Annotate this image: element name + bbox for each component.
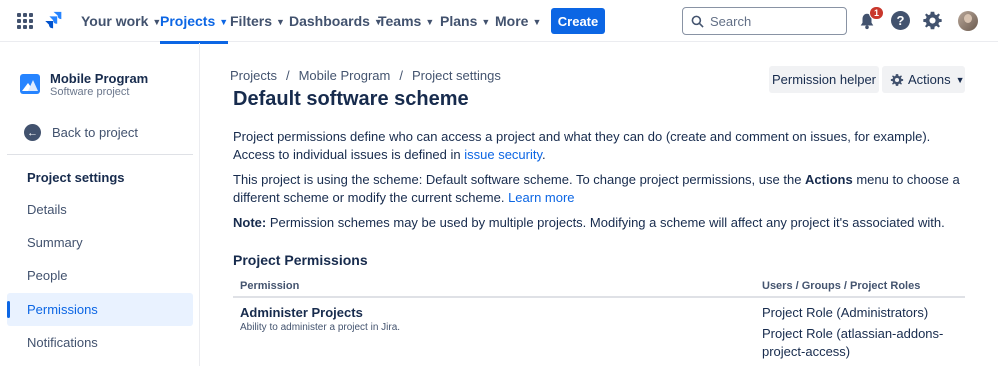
permission-name: Administer Projects xyxy=(240,305,363,320)
breadcrumb-separator: / xyxy=(399,68,403,83)
breadcrumb-mobile-program[interactable]: Mobile Program xyxy=(299,68,391,83)
issue-security-link[interactable]: issue security xyxy=(464,147,542,162)
sidebar-item-notifications[interactable]: Notifications xyxy=(7,326,193,359)
nav-plans[interactable]: Plans ▼ xyxy=(440,0,490,42)
scheme-paragraph: This project is using the scheme: Defaul… xyxy=(233,171,968,207)
permission-description: Ability to administer a project in Jira. xyxy=(240,322,401,333)
sidebar-item-people[interactable]: People xyxy=(7,259,193,292)
note-paragraph: Note: Permission schemes may be used by … xyxy=(233,214,968,232)
nav-your-work[interactable]: Your work ▼ xyxy=(81,0,161,42)
description-text: . xyxy=(542,147,546,162)
role-entry: Project Role (Administrators) xyxy=(762,305,929,320)
arrow-left-icon: ← xyxy=(24,124,41,141)
nav-projects[interactable]: Projects ▼ xyxy=(160,0,229,44)
nav-teams[interactable]: Teams ▼ xyxy=(378,0,434,42)
scheme-text: This project is using the scheme: Defaul… xyxy=(233,172,806,187)
chevron-down-icon: ▼ xyxy=(532,17,542,27)
nav-label: Projects xyxy=(160,13,216,29)
nav-more[interactable]: More ▼ xyxy=(495,0,541,42)
sidebar-item-label: People xyxy=(27,268,68,283)
project-name[interactable]: Mobile Program xyxy=(50,71,148,86)
project-type: Software project xyxy=(50,86,130,98)
section-title: Project Permissions xyxy=(233,252,368,268)
chevron-down-icon: ▼ xyxy=(481,17,491,27)
project-avatar-icon xyxy=(20,74,40,94)
breadcrumb-project-settings[interactable]: Project settings xyxy=(412,68,501,83)
chevron-down-icon: ▼ xyxy=(425,17,435,27)
create-button[interactable]: Create xyxy=(551,8,605,34)
chevron-down-icon: ▼ xyxy=(219,17,229,27)
user-avatar[interactable] xyxy=(958,11,978,31)
sidebar-item-permissions[interactable]: Permissions xyxy=(7,293,193,326)
role-entry: Project Role (atlassian-addons-project-a… xyxy=(762,326,944,359)
chevron-down-icon: ▼ xyxy=(955,74,965,85)
actions-label: Actions xyxy=(908,72,951,87)
breadcrumb-separator: / xyxy=(285,68,290,83)
sidebar-section-title: Project settings xyxy=(27,170,125,185)
sidebar-item-label: Notifications xyxy=(27,335,98,350)
settings-gear-icon[interactable] xyxy=(922,10,943,31)
search-icon xyxy=(691,15,704,28)
nav-filters[interactable]: Filters ▼ xyxy=(230,0,285,42)
nav-label: Plans xyxy=(440,13,478,29)
search-placeholder: Search xyxy=(710,13,752,29)
jira-logo-icon[interactable] xyxy=(43,10,65,32)
nav-label: More xyxy=(495,13,529,29)
actions-button[interactable]: Actions ▼ xyxy=(882,66,965,93)
gear-icon xyxy=(890,73,904,86)
top-navigation: Your work ▼ Projects ▼ Filters ▼ Dashboards… xyxy=(0,0,998,44)
breadcrumb: Projects / Mobile Program / Project sett… xyxy=(230,68,501,83)
nav-dashboards[interactable]: Dashboards ▼ xyxy=(289,0,383,42)
page-title: Default software scheme xyxy=(233,88,469,110)
note-label: Note: xyxy=(233,215,267,230)
app-switcher-icon[interactable] xyxy=(17,13,33,29)
nav-label: Teams xyxy=(378,13,422,29)
description-text: Project permissions define who can acces… xyxy=(233,129,931,162)
back-to-project-link[interactable]: ← Back to project xyxy=(24,124,138,141)
note-text: Permission schemes may be used by multip… xyxy=(266,215,945,230)
chevron-down-icon: ▼ xyxy=(276,17,285,27)
column-header-users: Users / Groups / Project Roles xyxy=(762,280,921,292)
learn-more-link[interactable]: Learn more xyxy=(508,190,574,205)
notification-count-badge: 1 xyxy=(869,6,884,20)
column-header-permission: Permission xyxy=(240,280,300,292)
description-paragraph: Project permissions define who can acces… xyxy=(233,128,968,164)
nav-label: Filters xyxy=(230,13,273,29)
nav-label: Dashboards xyxy=(289,13,370,29)
sidebar-item-summary[interactable]: Summary xyxy=(7,226,193,259)
divider xyxy=(7,154,193,155)
back-label: Back to project xyxy=(52,125,138,140)
breadcrumb-projects[interactable]: Projects xyxy=(230,68,277,83)
search-input[interactable]: Search xyxy=(682,7,847,35)
sidebar-item-label: Details xyxy=(27,202,67,217)
help-icon[interactable]: ? xyxy=(891,11,910,30)
table-header: Permission Users / Groups / Project Role… xyxy=(233,277,965,298)
sidebar-item-label: Permissions xyxy=(27,302,98,317)
nav-label: Your work xyxy=(81,13,149,29)
permission-helper-button[interactable]: Permission helper xyxy=(769,66,879,93)
sidebar-item-label: Summary xyxy=(27,235,83,250)
project-sidebar: Mobile Program Software project ← Back t… xyxy=(0,43,200,366)
sidebar-item-details[interactable]: Details xyxy=(7,193,193,226)
actions-bold-text: Actions xyxy=(805,172,853,187)
